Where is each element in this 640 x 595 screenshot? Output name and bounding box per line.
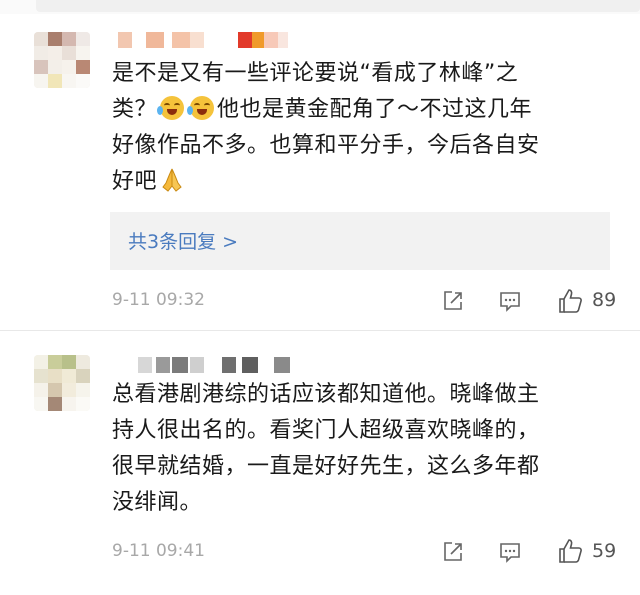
username-redacted[interactable] <box>138 357 298 373</box>
username-redacted[interactable] <box>118 32 298 48</box>
like-count: 89 <box>592 289 617 311</box>
laughing-crying-emoji-icon <box>187 96 215 120</box>
laughing-crying-emoji-icon <box>157 96 185 120</box>
praying-hands-emoji-icon <box>162 168 182 192</box>
thumbs-up-icon[interactable] <box>556 287 584 315</box>
comment-text: 总看港剧港综的话应该都知道他。晓峰做主 持人很出名的。看奖门人超级喜欢晓峰的， … <box>112 382 540 515</box>
comment-item: 总看港剧港综的话应该都知道他。晓峰做主 持人很出名的。看奖门人超级喜欢晓峰的， … <box>0 331 640 595</box>
share-icon[interactable] <box>441 289 465 313</box>
comment-icon[interactable] <box>498 540 522 564</box>
share-icon[interactable] <box>441 540 465 564</box>
replies-panel[interactable]: 共3条回复 > <box>110 212 610 270</box>
avatar[interactable] <box>34 32 90 88</box>
avatar[interactable] <box>34 355 90 411</box>
comment-text: 是不是又有一些评论要说“看成了林峰”之 类？ 他也是黄金配角了～不过这几年 好像作… <box>112 61 540 194</box>
comment-icon[interactable] <box>498 289 522 313</box>
comment-item: 是不是又有一些评论要说“看成了林峰”之 类？ 他也是黄金配角了～不过这几年 好像作… <box>0 0 640 330</box>
thumbs-up-icon[interactable] <box>556 537 584 565</box>
timestamp: 9-11 09:32 <box>112 290 205 310</box>
timestamp: 9-11 09:41 <box>112 541 205 561</box>
view-replies-link[interactable]: 共3条回复 > <box>128 227 238 254</box>
like-count: 59 <box>592 540 617 562</box>
